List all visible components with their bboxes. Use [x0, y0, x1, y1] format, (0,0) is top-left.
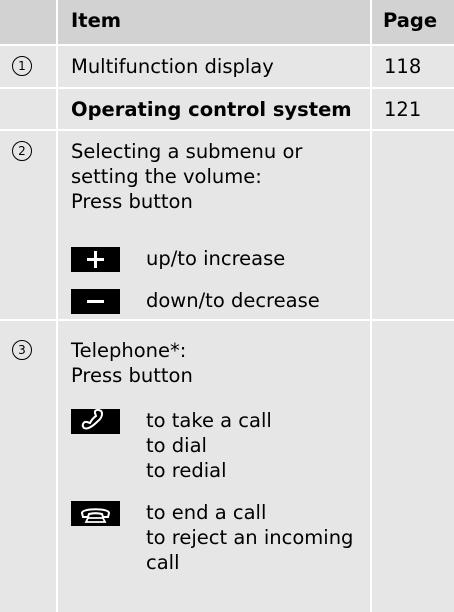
- row-divider: [0, 129, 454, 131]
- row-3-line-2: Press button: [71, 364, 193, 387]
- item-column-header: Item: [71, 9, 122, 32]
- minus-icon: [71, 289, 120, 314]
- row-divider: [0, 87, 454, 89]
- row-3-line-1: Telephone*:: [71, 339, 187, 362]
- increase-label: up/to increase: [146, 247, 286, 270]
- hangup-line-1: to end a call: [146, 501, 267, 524]
- callout-1-icon: 1: [12, 56, 32, 76]
- reference-table: Item Page 1 Multifunction display 118 Op…: [0, 0, 454, 612]
- row-1-text: Multifunction display: [71, 55, 274, 78]
- hangup-line-3: call: [146, 551, 180, 574]
- callout-3-icon: 3: [12, 340, 32, 360]
- decrease-label: down/to decrease: [146, 289, 320, 312]
- phone-hangup-icon: [71, 501, 120, 526]
- table-header: Item Page: [0, 0, 454, 46]
- page-column-header: Page: [383, 9, 438, 32]
- pickup-line-1: to take a call: [146, 409, 272, 432]
- column-divider-left: [56, 0, 58, 612]
- row-divider: [0, 319, 454, 321]
- row-1-page: 118: [384, 55, 422, 78]
- column-divider-right: [370, 0, 372, 612]
- operating-control-page: 121: [384, 98, 422, 121]
- row-2-line-1: Selecting a submenu or: [71, 140, 303, 163]
- pickup-line-3: to redial: [146, 459, 227, 482]
- plus-icon: [71, 247, 120, 272]
- row-2-line-3: Press button: [71, 190, 193, 213]
- callout-2-icon: 2: [12, 141, 32, 161]
- row-2-line-2: setting the volume:: [71, 165, 262, 188]
- phone-pickup-icon: [71, 408, 120, 434]
- hangup-line-2: to reject an incoming: [146, 526, 354, 549]
- operating-control-title: Operating control system: [71, 98, 352, 121]
- pickup-line-2: to dial: [146, 434, 207, 457]
